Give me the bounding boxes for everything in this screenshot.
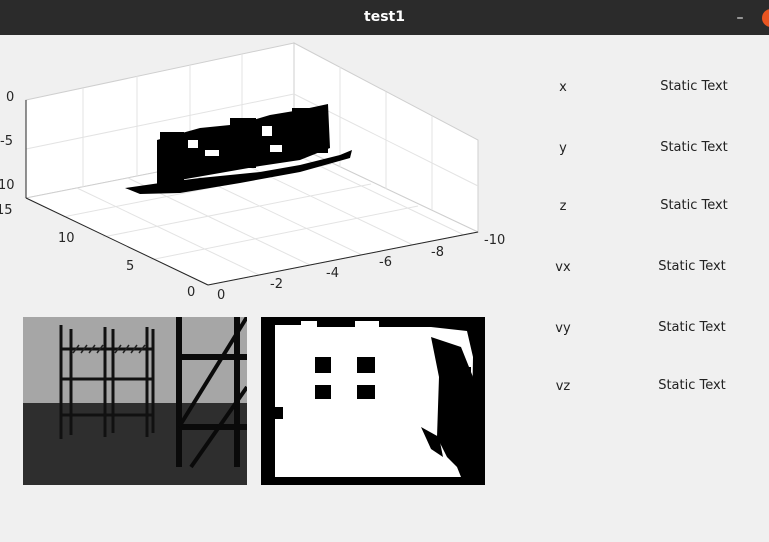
- readout-value-y: Static Text: [660, 140, 728, 155]
- readout-label-vy: vy: [555, 321, 571, 336]
- readout-value-x: Static Text: [660, 79, 728, 94]
- x-tick-label: -4: [326, 266, 339, 281]
- y-tick-label: 0: [187, 285, 195, 300]
- z-tick-label: -5: [0, 134, 13, 149]
- readout-label-z: z: [559, 199, 567, 214]
- z-tick-label: 0: [6, 90, 14, 105]
- depth-mask-image: [261, 317, 485, 485]
- y-tick-label: 5: [126, 259, 134, 274]
- readout-label-y: y: [559, 141, 567, 156]
- y-tick-label: 10: [58, 231, 75, 246]
- camera-image: [23, 317, 247, 485]
- z-tick-label: 10: [0, 178, 15, 193]
- minimize-button[interactable]: –: [730, 8, 750, 28]
- x-tick-label: -6: [379, 255, 392, 270]
- readout-value-vy: Static Text: [658, 320, 726, 335]
- y-tick-label: 15: [0, 203, 13, 218]
- readout-value-z: Static Text: [660, 198, 728, 213]
- readout-label-vx: vx: [555, 260, 571, 275]
- x-tick-label: 0: [217, 288, 225, 303]
- x-tick-label: -8: [431, 245, 444, 260]
- pointcloud-3d-axes[interactable]: 0 -5 10 15 10 5 0 0 -2 -4 -6 -8 -10: [0, 35, 510, 310]
- readout-value-vx: Static Text: [658, 259, 726, 274]
- camera-image-icon: [23, 317, 247, 485]
- binary-mask-image-icon: [261, 317, 485, 485]
- title-bar: test1 –: [0, 0, 769, 35]
- x-tick-label: -10: [484, 233, 505, 248]
- window-title: test1: [364, 9, 405, 25]
- readout-label-vz: vz: [555, 379, 571, 394]
- readout-value-vz: Static Text: [658, 378, 726, 393]
- readout-label-x: x: [559, 80, 567, 95]
- x-tick-label: -2: [270, 277, 283, 292]
